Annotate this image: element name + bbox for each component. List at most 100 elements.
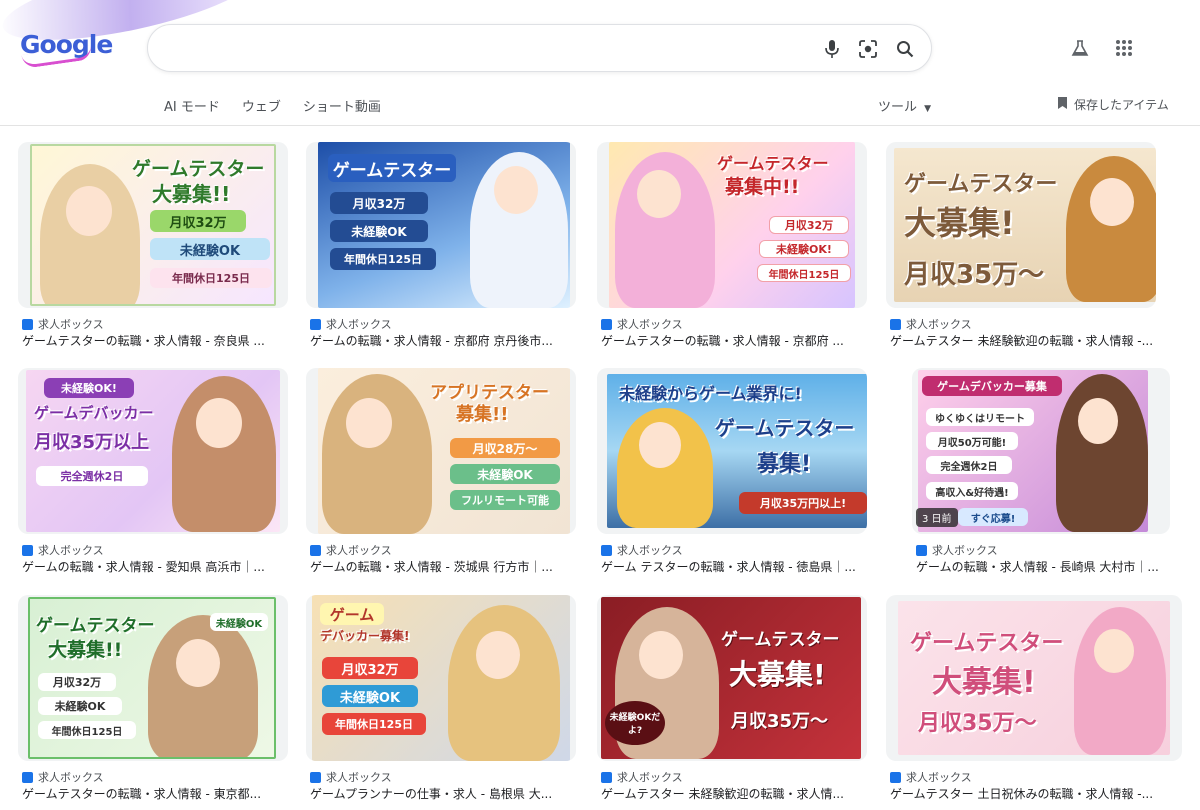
result-source[interactable]: 求人ボックス bbox=[310, 316, 392, 332]
banner-holidays: 年間休日125日 bbox=[330, 248, 436, 270]
google-logo[interactable]: Google bbox=[20, 30, 113, 69]
banner-holidays: 完全週休2日 bbox=[926, 456, 1012, 474]
banner-holidays: 年間休日125日 bbox=[322, 713, 426, 735]
tab-ai-mode[interactable]: AI モード bbox=[164, 96, 220, 115]
source-favicon bbox=[310, 318, 321, 330]
banner-headline: ゲームデバッカー募集 bbox=[922, 376, 1062, 396]
banner-image: 未経験OK! ゲームデバッカー 月収35万以上 完全週休2日 bbox=[26, 370, 280, 532]
banner-tag: 未経験OK! bbox=[44, 378, 134, 398]
tab-web[interactable]: ウェブ bbox=[242, 96, 281, 115]
result-thumbnail[interactable]: 未経験からゲーム業界に! ゲームテスター 募集! 月収35万円以上! bbox=[597, 368, 867, 534]
result-source[interactable]: 求人ボックス bbox=[22, 542, 104, 558]
banner-salary: 月収50万可能! bbox=[926, 432, 1018, 450]
banner-image: ゲームテスター 大募集!! 未経験OK 月収32万 未経験OK 年間休日125日 bbox=[28, 597, 276, 759]
source-name: 求人ボックス bbox=[617, 771, 683, 784]
result-title[interactable]: ゲームの転職・求人情報 - 愛知県 高浜市｜... bbox=[22, 558, 288, 575]
banner-subheadline: 大募集!! bbox=[48, 639, 123, 661]
result-title[interactable]: ゲームテスターの転職・求人情報 - 東京都... bbox=[22, 785, 288, 802]
result-source[interactable]: 求人ボックス bbox=[310, 769, 392, 785]
result-source[interactable]: 求人ボックス bbox=[601, 316, 683, 332]
apps-icon[interactable] bbox=[1112, 36, 1136, 60]
illustration-face bbox=[476, 631, 520, 679]
result-title[interactable]: ゲームテスター 土日祝休みの転職・求人情報 -... bbox=[890, 785, 1186, 802]
source-name: 求人ボックス bbox=[326, 771, 392, 784]
source-name: 求人ボックス bbox=[326, 318, 392, 331]
labs-icon[interactable] bbox=[1068, 36, 1092, 60]
source-favicon bbox=[601, 544, 612, 556]
banner-subheadline: 大募集! bbox=[729, 658, 826, 691]
banner-headline: ゲームテスター bbox=[904, 172, 1058, 197]
result-title[interactable]: ゲームテスターの転職・求人情報 - 奈良県 ... bbox=[22, 332, 288, 349]
header: Google AI モード ウェブ ショート動画 ツール ▼ 保存したアイテム bbox=[0, 0, 1200, 126]
result-source[interactable]: 求人ボックス bbox=[310, 542, 392, 558]
source-favicon bbox=[601, 771, 612, 783]
banner-salary: 月収32万 bbox=[769, 216, 849, 234]
tools-label: ツール bbox=[878, 100, 918, 115]
result-title[interactable]: ゲームの転職・求人情報 - 京都府 京丹後市... bbox=[310, 332, 576, 349]
banner-salary: 月収35万〜 bbox=[731, 711, 829, 732]
result-source[interactable]: 求人ボックス bbox=[601, 542, 683, 558]
banner-headline: ゲームテスター bbox=[721, 630, 840, 650]
illustration-face bbox=[1090, 178, 1134, 226]
result-title[interactable]: ゲームの転職・求人情報 - 長崎県 大村市｜... bbox=[916, 558, 1176, 575]
result-source[interactable]: 求人ボックス bbox=[22, 769, 104, 785]
result-thumbnail[interactable]: ゲームデバッカー募集 ゆくゆくはリモート 月収50万可能! 完全週休2日 高収入… bbox=[912, 368, 1170, 534]
illustration-face bbox=[176, 639, 220, 687]
banner-inexperienced: 未経験OK bbox=[38, 697, 122, 715]
banner-image: ゲーム デバッカー募集! 月収32万 未経験OK 年間休日125日 bbox=[312, 595, 570, 761]
result-thumbnail[interactable]: ゲームテスター 月収32万 未経験OK 年間休日125日 bbox=[306, 142, 576, 308]
illustration-character bbox=[148, 615, 258, 757]
result-title[interactable]: ゲームテスター 未経験歓迎の転職・求人情報 -... bbox=[890, 332, 1156, 349]
result-source[interactable]: 求人ボックス bbox=[22, 316, 104, 332]
source-favicon bbox=[22, 318, 33, 330]
source-favicon bbox=[22, 544, 33, 556]
illustration-face bbox=[639, 631, 683, 679]
result-source[interactable]: 求人ボックス bbox=[890, 316, 972, 332]
banner-image: ゲームテスター 大募集! 月収35万〜 未経験OKだよ? bbox=[601, 597, 861, 759]
banner-holidays: 完全週休2日 bbox=[36, 466, 148, 486]
search-box[interactable] bbox=[147, 24, 932, 72]
banner-subheadline: 大募集!! bbox=[152, 182, 231, 206]
result-thumbnail[interactable]: ゲームテスター 大募集! 月収35万〜 bbox=[886, 595, 1182, 761]
saved-items-button[interactable]: 保存したアイテム bbox=[1057, 96, 1169, 113]
banner-subheadline: デバッカー募集! bbox=[320, 629, 410, 643]
banner-headline: ゲーム bbox=[320, 603, 384, 625]
result-thumbnail[interactable]: ゲームテスター 大募集!! 未経験OK 月収32万 未経験OK 年間休日125日 bbox=[18, 595, 288, 761]
mic-icon[interactable] bbox=[820, 37, 844, 61]
lens-icon[interactable] bbox=[856, 37, 880, 61]
result-title[interactable]: ゲームテスターの転職・求人情報 - 京都府 ... bbox=[601, 332, 867, 349]
source-favicon bbox=[890, 318, 901, 330]
result-title[interactable]: ゲームプランナーの仕事・求人 - 島根県 大... bbox=[310, 785, 576, 802]
result-thumbnail[interactable]: ゲームテスター 大募集!! 月収32万 未経験OK 年間休日125日 bbox=[18, 142, 288, 308]
source-name: 求人ボックス bbox=[932, 544, 998, 557]
result-title[interactable]: ゲーム テスターの転職・求人情報 - 徳島県｜... bbox=[601, 558, 867, 575]
tab-short-videos[interactable]: ショート動画 bbox=[303, 96, 381, 115]
search-tabs: AI モード ウェブ ショート動画 bbox=[164, 96, 403, 115]
banner-headline: ゲームテスター bbox=[910, 631, 1064, 656]
result-thumbnail[interactable]: 未経験OK! ゲームデバッカー 月収35万以上 完全週休2日 bbox=[18, 368, 288, 534]
result-source[interactable]: 求人ボックス bbox=[890, 769, 972, 785]
result-source[interactable]: 求人ボックス bbox=[601, 769, 683, 785]
age-badge: 3 日前 bbox=[916, 508, 958, 527]
result-title[interactable]: ゲームテスター 未経験歓迎の転職・求人情... bbox=[601, 785, 867, 802]
result-thumbnail[interactable]: ゲームテスター 大募集! 月収35万〜 bbox=[886, 142, 1156, 308]
banner-holidays: 年間休日125日 bbox=[38, 721, 136, 739]
banner-image: ゲームテスター 募集中!! 月収32万 未経験OK! 年間休日125日 bbox=[609, 142, 855, 308]
source-favicon bbox=[601, 318, 612, 330]
tools-button[interactable]: ツール ▼ bbox=[878, 96, 931, 115]
search-icon[interactable] bbox=[893, 37, 917, 61]
banner-inexperienced: 未経験OK bbox=[450, 464, 560, 484]
result-thumbnail[interactable]: アプリテスター 募集!! 月収28万〜 未経験OK フルリモート可能 bbox=[306, 368, 576, 534]
saved-items-label: 保存したアイテム bbox=[1074, 98, 1169, 112]
source-favicon bbox=[310, 771, 321, 783]
banner-inexperienced: 未経験OKだよ? bbox=[605, 701, 665, 745]
banner-subheadline: ゲームテスター bbox=[715, 416, 855, 440]
search-input[interactable] bbox=[168, 37, 788, 61]
result-thumbnail[interactable]: ゲームテスター 募集中!! 月収32万 未経験OK! 年間休日125日 bbox=[597, 142, 867, 308]
result-thumbnail[interactable]: ゲームテスター 大募集! 月収35万〜 未経験OKだよ? bbox=[597, 595, 867, 761]
result-title[interactable]: ゲームの転職・求人情報 - 茨城県 行方市｜... bbox=[310, 558, 576, 575]
result-source[interactable]: 求人ボックス bbox=[916, 542, 998, 558]
banner-apply: すぐ応募! bbox=[958, 508, 1028, 526]
result-thumbnail[interactable]: ゲーム デバッカー募集! 月収32万 未経験OK 年間休日125日 bbox=[306, 595, 576, 761]
banner-tag: 未経験OK bbox=[210, 613, 268, 631]
